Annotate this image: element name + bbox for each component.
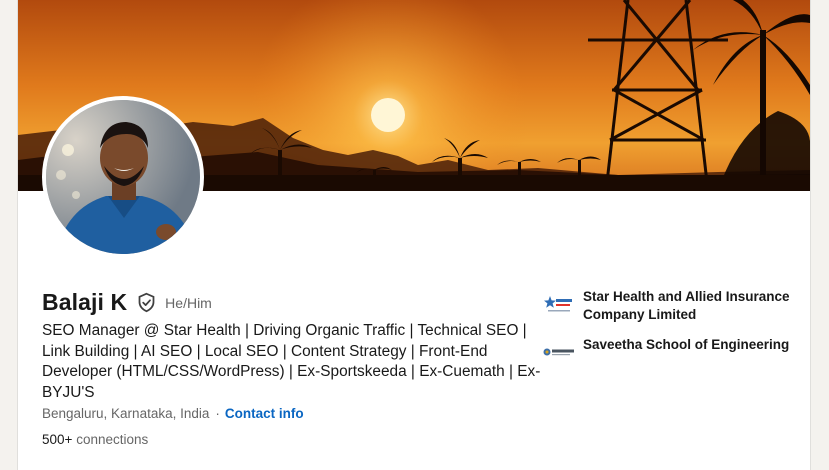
connections-label: connections <box>76 432 149 447</box>
contact-info-link[interactable]: Contact info <box>225 406 304 421</box>
org-item-education[interactable]: Saveetha School of Engineering <box>543 336 803 368</box>
organizations-list: Star Health and Allied Insurance Company… <box>543 288 803 380</box>
profile-name: Balaji K <box>42 289 128 315</box>
pronouns: He/Him <box>165 294 212 311</box>
profile-photo-avatar[interactable] <box>42 96 204 258</box>
location-row: Bengaluru, Karnataka, India · Contact info <box>42 406 304 421</box>
org-name: Star Health and Allied Insurance Company… <box>583 289 790 322</box>
org-item-current-company[interactable]: Star Health and Allied Insurance Company… <box>543 288 803 324</box>
name-row: Balaji K He/Him <box>42 289 212 316</box>
connections-count: 500+ <box>42 432 73 447</box>
star-health-logo-icon <box>543 288 575 320</box>
verified-shield-icon[interactable] <box>136 292 157 313</box>
separator-dot: · <box>215 406 220 421</box>
connections-link[interactable]: 500+ connections <box>42 432 148 447</box>
profile-headline: SEO Manager @ Star Health | Driving Orga… <box>42 322 541 401</box>
org-name: Saveetha School of Engineering <box>583 337 790 352</box>
simats-logo-icon <box>543 336 575 368</box>
profile-card: Balaji K He/Him SEO Manager @ Star Healt… <box>17 0 811 470</box>
location-text: Bengaluru, Karnataka, India <box>42 406 210 421</box>
